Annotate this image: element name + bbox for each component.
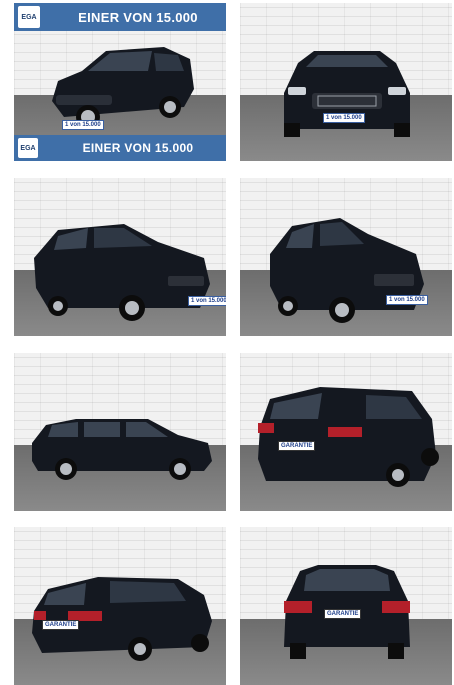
- banner-bottom: EGA EINER VON 15.000: [14, 135, 226, 161]
- gallery-photo-4[interactable]: 1 von 15.000: [240, 178, 452, 336]
- ega-logo: EGA: [18, 6, 40, 28]
- license-plate: 1 von 15.000: [62, 120, 104, 130]
- ega-logo: EGA: [18, 138, 38, 158]
- car-image: [284, 51, 410, 137]
- gallery-photo-2[interactable]: 1 von 15.000: [240, 3, 452, 161]
- gallery-photo-1[interactable]: 1 von 15.000 EGA EINER VON 15.000 EGA EI…: [14, 3, 226, 161]
- garantie-plate: GARANTIE: [42, 620, 80, 630]
- banner-bottom-text: EINER VON 15.000: [82, 141, 194, 155]
- gallery-photo-6[interactable]: GARANTIE: [240, 353, 452, 511]
- gallery-photo-5[interactable]: [14, 353, 226, 511]
- car-image: [32, 577, 212, 661]
- garantie-plate: GARANTIE: [278, 441, 316, 451]
- gallery-photo-3[interactable]: 1 von 15.000: [14, 178, 226, 336]
- license-plate: 1 von 15.000: [386, 295, 428, 305]
- gallery-photo-7[interactable]: GARANTIE: [14, 527, 226, 685]
- car-image: [270, 218, 424, 323]
- license-plate: 1 von 15.000: [323, 113, 365, 123]
- photo-gallery: 1 von 15.000 EGA EINER VON 15.000 EGA EI…: [0, 0, 454, 685]
- license-plate: 1 von 15.000: [188, 296, 226, 306]
- car-image: [258, 387, 439, 487]
- banner-top: EGA EINER VON 15.000: [14, 3, 226, 31]
- garantie-plate: GARANTIE: [324, 609, 362, 619]
- car-image: [32, 419, 212, 480]
- gallery-photo-8[interactable]: GARANTIE: [240, 527, 452, 685]
- banner-top-text: EINER VON 15.000: [78, 9, 198, 25]
- car-image: [34, 224, 210, 321]
